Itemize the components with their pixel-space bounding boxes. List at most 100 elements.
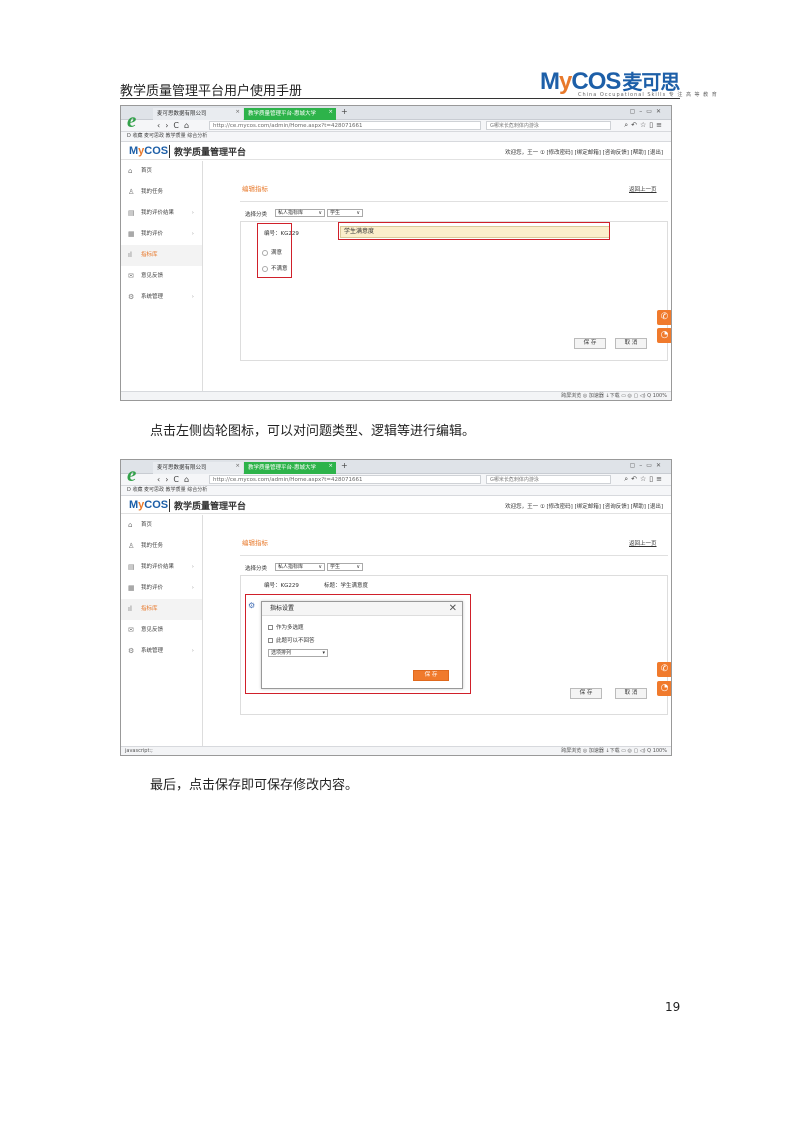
highlight-options-box [257, 223, 292, 278]
home-icon: ⌂ [128, 167, 133, 175]
status-bar: 跨屏浏览 ◎ 加速器 ↓下载 ▭ ◎ ▢ ◁) Q 100% [121, 391, 671, 400]
cancel-button[interactable]: 取 消 [615, 688, 647, 699]
save-button[interactable]: 保 存 [574, 338, 606, 349]
mycos-logo: MyCOS 麦可思 China Occupational Skills 专 注 高… [540, 68, 718, 98]
app-logo: MyCOS [129, 145, 169, 157]
chevron-right-icon: › [191, 564, 194, 570]
sidebar-item-feedback[interactable]: ✉ 意见反馈 [121, 620, 202, 641]
sidebar-item-home[interactable]: ⌂ 首页 [121, 515, 202, 536]
sidebar-item-indicators[interactable]: ıl 指标库 [121, 245, 202, 266]
sidebar-item-tasks[interactable]: ♙ 我的任务 [121, 536, 202, 557]
chevron-right-icon: › [191, 210, 194, 216]
chevron-down-icon: ∨ [318, 210, 322, 216]
chevron-right-icon: › [191, 231, 194, 237]
toolbar-icons[interactable]: ⌕↶☆▯≡ [624, 475, 665, 484]
browser-logo-icon: e [127, 108, 137, 132]
app-header: MyCOS 教学质量管理平台 欢迎您，王一 ① [修改密码] [绑定邮箱] [咨… [121, 142, 671, 160]
nav-buttons[interactable]: ‹›C⌂ [157, 121, 194, 130]
user-links[interactable]: 欢迎您，王一 ① [修改密码] [绑定邮箱] [咨询反馈] [帮助] [退出] [505, 148, 663, 156]
close-tab-icon[interactable]: × [235, 463, 240, 469]
app-title: 教学质量管理平台 [169, 145, 246, 158]
save-button[interactable]: 保 存 [570, 688, 602, 699]
sidebar-item-feedback[interactable]: ✉ 意见反馈 [121, 266, 202, 287]
page-title: 编辑指标 [242, 185, 268, 193]
phone-icon[interactable]: ✆ [657, 310, 671, 325]
chevron-right-icon: › [191, 585, 194, 591]
url-input[interactable]: http://ce.mycos.com/admin/Home.aspx?t=42… [209, 475, 481, 484]
favorites-bar[interactable]: D 收藏 麦可思政 教学质量 综合分析 [121, 486, 671, 496]
settings-icon: ⚙ [128, 293, 135, 301]
code-label: 编号：KG229 [264, 583, 299, 589]
chat-icon[interactable]: ◔ [657, 681, 671, 696]
title-label: 标题：学生满意度 [324, 583, 369, 589]
close-tab-icon[interactable]: × [328, 463, 333, 469]
window-controls[interactable]: ▢–▭✕ [630, 108, 665, 115]
cancel-button[interactable]: 取 消 [615, 338, 647, 349]
sidebar-item-tasks[interactable]: ♙ 我的任务 [121, 182, 202, 203]
main-content: 编辑指标 返回上一页 选择分类 私人指标库 ∨ 学生 ∨ 编号：KG229 学生满意… [204, 161, 671, 391]
window-controls[interactable]: ▢–▭✕ [630, 462, 665, 469]
tab-bar: 麦可思数据有限公司 × 教学质量管理平台-惠城大学 × + ▢–▭✕ [121, 460, 671, 474]
back-link[interactable]: 返回上一页 [629, 185, 657, 193]
app-logo: MyCOS [129, 499, 169, 511]
mail-icon: ✉ [128, 626, 134, 634]
bar-chart-icon: ıl [128, 251, 132, 259]
tab-bar: 麦可思数据有限公司 × 教学质量管理平台-惠城大学 × + ▢–▭✕ [121, 106, 671, 120]
sidebar-item-evaluation[interactable]: ▦ 我的评价 › [121, 224, 202, 245]
address-bar: ‹›C⌂ http://ce.mycos.com/admin/Home.aspx… [121, 474, 671, 486]
user-icon: ♙ [128, 188, 135, 196]
header-divider [120, 98, 680, 99]
caption-2: 最后，点击保存即可保存修改内容。 [150, 778, 359, 793]
address-bar: ‹›C⌂ http://ce.mycos.com/admin/Home.aspx… [121, 120, 671, 132]
app-header: MyCOS 教学质量管理平台 欢迎您，王一 ① [修改密码] [绑定邮箱] [咨… [121, 496, 671, 514]
nav-buttons[interactable]: ‹›C⌂ [157, 475, 194, 484]
browser-tab-1[interactable]: 麦可思数据有限公司 × [153, 462, 243, 474]
chevron-down-icon: ∨ [356, 564, 360, 570]
chevron-down-icon: ∨ [356, 210, 360, 216]
phone-icon[interactable]: ✆ [657, 662, 671, 677]
category-select[interactable]: 私人指标库 ∨ [275, 563, 325, 571]
sub-category-select[interactable]: 学生 ∨ [327, 209, 363, 217]
sidebar-item-system[interactable]: ⚙ 系统管理 › [121, 641, 202, 662]
new-tab-icon[interactable]: + [341, 461, 348, 470]
sidebar-item-evaluation[interactable]: ▦ 我的评价 › [121, 578, 202, 599]
user-links[interactable]: 欢迎您，王一 ① [修改密码] [绑定邮箱] [咨询反馈] [帮助] [退出] [505, 502, 663, 510]
close-tab-icon[interactable]: × [235, 109, 240, 115]
sub-category-select[interactable]: 学生 ∨ [327, 563, 363, 571]
browser-tab-1[interactable]: 麦可思数据有限公司 × [153, 108, 243, 120]
url-input[interactable]: http://ce.mycos.com/admin/Home.aspx?t=42… [209, 121, 481, 130]
search-input[interactable]: G哪米长危刺体内游泳 [486, 121, 611, 130]
chevron-right-icon: › [191, 294, 194, 300]
sidebar-item-system[interactable]: ⚙ 系统管理 › [121, 287, 202, 308]
sidebar-item-results[interactable]: ▤ 我的评价结果 › [121, 557, 202, 578]
highlight-title-box [338, 222, 610, 240]
mail-icon: ✉ [128, 272, 134, 280]
category-label: 选择分类 [245, 212, 268, 218]
browser-screenshot-1: e 麦可思数据有限公司 × 教学质量管理平台-惠城大学 × + ▢–▭✕ ‹›C⌂ … [120, 105, 672, 401]
search-input[interactable]: G哪米长危刺体内游泳 [486, 475, 611, 484]
page-number: 19 [665, 1000, 681, 1014]
favorites-bar[interactable]: D 收藏 麦可思政 教学质量 综合分析 [121, 132, 671, 142]
close-tab-icon[interactable]: × [328, 109, 333, 115]
sidebar-item-indicators[interactable]: ıl 指标库 [121, 599, 202, 620]
browser-tab-2[interactable]: 教学质量管理平台-惠城大学 × [244, 108, 336, 120]
list-icon: ▤ [128, 563, 135, 571]
doc-icon: ▦ [128, 584, 135, 592]
chat-icon[interactable]: ◔ [657, 328, 671, 343]
sidebar-item-home[interactable]: ⌂ 首页 [121, 161, 202, 182]
new-tab-icon[interactable]: + [341, 107, 348, 116]
main-content: 编辑指标 返回上一页 选择分类 私人指标库 ∨ 学生 ∨ 编号：KG229 标题：学… [204, 515, 671, 746]
browser-tab-2[interactable]: 教学质量管理平台-惠城大学 × [244, 462, 336, 474]
sidebar-item-results[interactable]: ▤ 我的评价结果 › [121, 203, 202, 224]
back-link[interactable]: 返回上一页 [629, 539, 657, 547]
app-title: 教学质量管理平台 [169, 499, 246, 512]
bar-chart-icon: ıl [128, 605, 132, 613]
highlight-dialog-box [245, 594, 471, 694]
doc-icon: ▦ [128, 230, 135, 238]
toolbar-icons[interactable]: ⌕↶☆▯≡ [624, 121, 665, 130]
category-select[interactable]: 私人指标库 ∨ [275, 209, 325, 217]
user-icon: ♙ [128, 542, 135, 550]
status-bar: javascript:; 跨屏浏览 ◎ 加速器 ↓下载 ▭ ◎ ▢ ◁) Q 1… [121, 746, 671, 755]
document-title: 教学质量管理平台用户使用手册 [120, 84, 303, 99]
chevron-down-icon: ∨ [318, 564, 322, 570]
